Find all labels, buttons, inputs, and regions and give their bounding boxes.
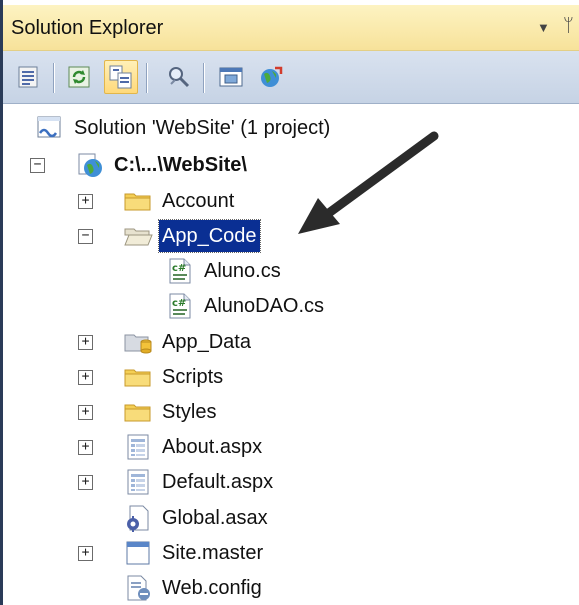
toolbar-separator — [53, 63, 54, 93]
tree-item-web-config[interactable]: Web.config — [123, 572, 265, 604]
tree-item-app-code[interactable]: App_Code — [123, 219, 261, 253]
tree-item-alunodao-cs[interactable]: c# AlunoDAO.cs — [165, 290, 327, 322]
svg-text:c#: c# — [172, 298, 186, 309]
refresh-button[interactable] — [63, 61, 95, 93]
solution-explorer-panel: Solution Explorer ▼ ᛘ Solution 'WebSite'… — [0, 0, 579, 605]
config-file-icon — [123, 574, 153, 602]
expand-icon[interactable]: + — [78, 405, 93, 420]
expand-icon[interactable]: + — [78, 194, 93, 209]
show-all-files-icon — [109, 65, 132, 89]
pin-icon[interactable]: ᛘ — [563, 15, 574, 36]
tree-item-label: Site.master — [162, 542, 264, 564]
folder-icon — [123, 187, 153, 215]
expand-icon[interactable]: + — [78, 335, 93, 350]
tree-item-scripts[interactable]: Scripts — [123, 361, 226, 393]
view-designer-button[interactable] — [215, 61, 247, 93]
aspx-file-icon — [123, 433, 153, 461]
tree-item-aluno-cs[interactable]: c# Aluno.cs — [165, 255, 284, 287]
view-code-icon — [169, 67, 190, 88]
data-folder-icon — [123, 328, 153, 356]
tree-item-site-master[interactable]: Site.master — [123, 537, 266, 569]
aspx-file-icon — [123, 468, 153, 496]
folder-open-icon — [123, 222, 153, 250]
tree-item-default-aspx[interactable]: Default.aspx — [123, 466, 276, 498]
copy-website-icon — [261, 66, 283, 87]
solution-tree: Solution 'WebSite' (1 project) − C:\...\… — [3, 104, 579, 605]
view-code-button[interactable] — [163, 61, 195, 93]
master-page-icon — [123, 539, 153, 567]
tree-item-label: Default.aspx — [162, 471, 274, 493]
show-all-files-button[interactable] — [104, 60, 138, 94]
tree-item-project[interactable]: C:\...\WebSite\ — [75, 149, 250, 181]
tree-item-solution[interactable]: Solution 'WebSite' (1 project) — [35, 112, 333, 144]
tree-item-styles[interactable]: Styles — [123, 396, 219, 428]
tree-item-label-selected: App_Code — [158, 219, 261, 253]
asax-file-icon — [123, 504, 153, 532]
svg-text:c#: c# — [172, 263, 186, 274]
refresh-icon — [68, 66, 90, 88]
tree-item-app-data[interactable]: App_Data — [123, 326, 254, 358]
folder-icon — [123, 363, 153, 391]
csharp-file-icon: c# — [165, 292, 195, 320]
csharp-file-icon: c# — [165, 257, 195, 285]
tree-item-about-aspx[interactable]: About.aspx — [123, 431, 265, 463]
toolbar-separator — [146, 63, 147, 93]
tree-item-label: App_Data — [162, 331, 251, 353]
panel-toolbar — [3, 51, 579, 104]
tree-item-label: Styles — [162, 401, 217, 423]
tree-item-label: Account — [162, 190, 235, 212]
tree-item-global-asax[interactable]: Global.asax — [123, 502, 271, 534]
expand-icon[interactable]: + — [78, 475, 93, 490]
tree-item-label: Aluno.cs — [204, 260, 281, 282]
solution-icon — [35, 114, 65, 142]
properties-icon — [18, 66, 38, 88]
tree-item-label: Global.asax — [162, 507, 268, 529]
website-project-icon — [75, 151, 105, 179]
toolbar-separator — [203, 63, 204, 93]
properties-button[interactable] — [13, 61, 45, 93]
collapse-project-icon[interactable]: − — [30, 158, 45, 173]
tree-item-account[interactable]: Account — [123, 185, 237, 217]
dropdown-icon[interactable]: ▼ — [537, 20, 550, 35]
tree-item-label: Web.config — [162, 577, 262, 599]
expand-icon[interactable]: + — [78, 440, 93, 455]
tree-item-label: Scripts — [162, 366, 224, 388]
expand-icon[interactable]: + — [78, 370, 93, 385]
view-designer-icon — [219, 67, 243, 87]
panel-title: Solution Explorer — [11, 17, 164, 39]
copy-website-button[interactable] — [255, 61, 287, 93]
panel-titlebar: Solution Explorer ▼ ᛘ — [3, 5, 579, 51]
tree-item-label: C:\...\WebSite\ — [114, 154, 247, 176]
folder-icon — [123, 398, 153, 426]
expand-icon[interactable]: + — [78, 546, 93, 561]
tree-item-label: About.aspx — [162, 436, 263, 458]
collapse-icon[interactable]: − — [78, 229, 93, 244]
tree-item-label: AlunoDAO.cs — [204, 295, 325, 317]
tree-item-label: Solution 'WebSite' (1 project) — [74, 117, 331, 139]
